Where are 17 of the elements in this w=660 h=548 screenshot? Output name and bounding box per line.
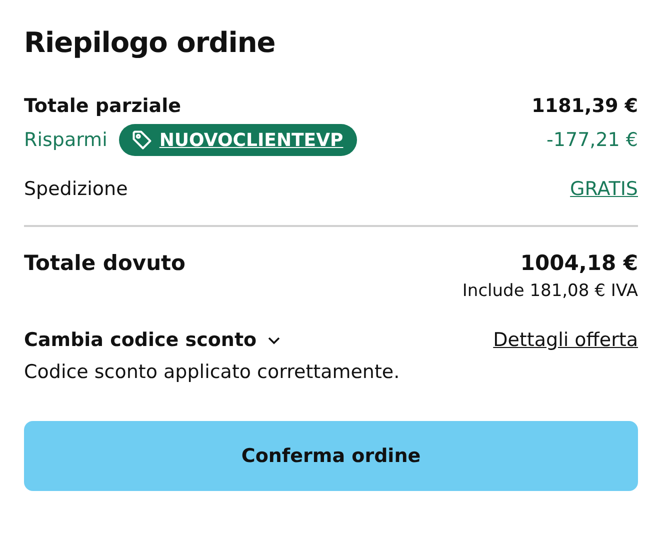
- total-label: Totale dovuto: [24, 251, 186, 275]
- discount-message: Codice sconto applicato correttamente.: [24, 361, 401, 383]
- savings-value: -177,21 €: [546, 129, 638, 151]
- tax-note: Include 181,08 € IVA: [461, 281, 638, 301]
- total-value: 1004,18 €: [520, 251, 638, 275]
- confirm-order-button[interactable]: Conferma ordine: [24, 421, 638, 491]
- chevron-icon: [266, 336, 281, 344]
- subtotal-value: 1181,39 €: [532, 95, 638, 117]
- change-discount-toggle[interactable]: Cambia codice sconto: [24, 329, 281, 351]
- shipping-label: Spedizione: [24, 178, 128, 200]
- subtotal-label: Totale parziale: [24, 95, 181, 117]
- tag-icon: [131, 129, 154, 151]
- summary-title: Riepilogo ordine: [24, 26, 276, 59]
- offer-details-link[interactable]: Dettagli offerta: [493, 329, 638, 351]
- savings-label: Risparmi: [24, 129, 108, 151]
- shipping-value-link[interactable]: GRATIS: [570, 178, 638, 200]
- coupon-code-badge[interactable]: NUOVOCLIENTEVP: [119, 124, 358, 156]
